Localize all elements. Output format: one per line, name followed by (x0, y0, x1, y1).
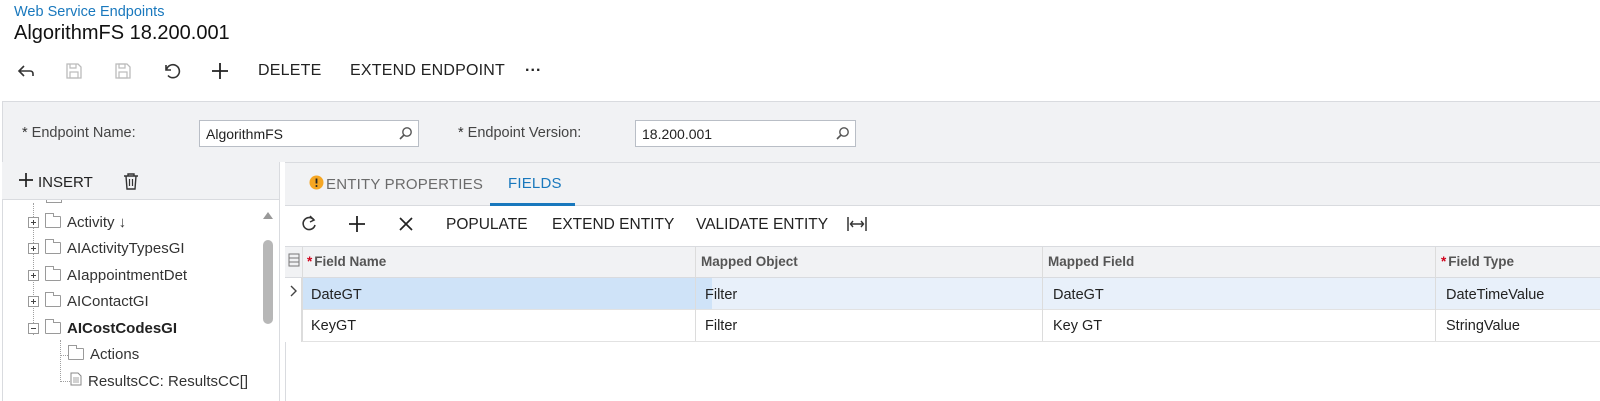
delete-row-button[interactable] (398, 216, 414, 237)
column-header-field-type[interactable]: * Field Type (1441, 254, 1514, 269)
endpoint-name-label: * Endpoint Name: (22, 125, 136, 141)
folder-icon (45, 292, 61, 307)
folder-icon (45, 266, 61, 281)
breadcrumb[interactable]: Web Service Endpoints (14, 4, 164, 20)
save-close-button[interactable] (62, 58, 86, 84)
endpoint-version-label: * Endpoint Version: (458, 125, 582, 141)
add-button[interactable] (208, 58, 232, 84)
scroll-up-icon[interactable] (262, 207, 274, 225)
trash-icon (123, 173, 139, 194)
page-title: AlgorithmFS 18.200.001 (14, 22, 230, 44)
delete-button[interactable]: DELETE (258, 58, 321, 84)
cell-field-name[interactable]: KeyGT (311, 318, 356, 334)
tree-node-activity[interactable]: Activity ↓ (28, 211, 126, 233)
row-indicator[interactable] (285, 278, 302, 310)
search-icon[interactable] (399, 126, 413, 143)
expand-icon[interactable] (28, 242, 39, 254)
delete-node-button[interactable] (123, 172, 139, 195)
endpoint-version-field[interactable]: 18.200.001 (635, 120, 856, 147)
folder-icon (68, 345, 84, 360)
expand-icon[interactable] (28, 216, 39, 228)
tree-node-aiappointmentdet[interactable]: AIappointmentDet (28, 264, 187, 286)
column-header-field-name[interactable]: * Field Name (307, 254, 386, 269)
save-icon (113, 61, 133, 81)
search-icon[interactable] (836, 126, 850, 143)
back-arrow-icon (16, 63, 36, 79)
endpoint-name-field[interactable]: AlgorithmFS (199, 120, 419, 147)
close-icon (398, 217, 414, 236)
column-header-mapped-object[interactable]: Mapped Object (701, 254, 798, 269)
save-button[interactable] (111, 58, 135, 84)
table-row[interactable] (285, 310, 1600, 342)
plus-icon (18, 172, 34, 192)
back-button[interactable] (14, 58, 38, 84)
column-header-mapped-field[interactable]: Mapped Field (1048, 254, 1134, 269)
folder-icon (45, 319, 61, 334)
expand-icon[interactable] (28, 295, 39, 307)
column-settings-icon[interactable] (288, 253, 300, 272)
save-close-icon (64, 61, 84, 81)
cell-field-type[interactable]: StringValue (1446, 318, 1520, 334)
tree-line (60, 381, 70, 382)
insert-button[interactable]: INSERT (18, 172, 93, 192)
cell-mapped-object[interactable]: Filter (705, 287, 737, 303)
column-divider (1042, 247, 1043, 341)
column-divider (302, 247, 303, 341)
plus-icon (211, 62, 229, 80)
cell-mapped-field[interactable]: Key GT (1053, 318, 1102, 334)
add-row-button[interactable] (348, 215, 366, 238)
expand-icon[interactable] (28, 269, 39, 281)
tree-node-aicontactgi[interactable]: AIContactGI (28, 290, 149, 312)
refresh-icon (300, 215, 318, 237)
table-row[interactable] (285, 278, 1600, 310)
folder-icon (45, 213, 61, 228)
grid-header (285, 246, 1600, 278)
tab-fields[interactable]: FIELDS (508, 175, 562, 192)
extend-endpoint-button[interactable]: EXTEND ENDPOINT (350, 58, 505, 84)
document-icon (70, 372, 82, 390)
cell-mapped-object[interactable]: Filter (705, 318, 737, 334)
tree-line (60, 355, 68, 356)
undo-icon (162, 62, 182, 80)
warning-icon (309, 175, 324, 194)
cell-mapped-field[interactable]: DateGT (1053, 287, 1104, 303)
tree-node-aiactivitytypesgi[interactable]: AIActivityTypesGI (28, 237, 185, 259)
cell-field-type[interactable]: DateTimeValue (1446, 287, 1544, 303)
scrollbar-thumb[interactable] (263, 240, 273, 324)
tab-entity-properties[interactable]: ENTITY PROPERTIES (309, 175, 483, 194)
collapse-icon[interactable] (28, 322, 39, 334)
populate-button[interactable]: POPULATE (446, 216, 528, 234)
folder-icon (46, 200, 62, 203)
selected-cell (302, 278, 712, 309)
more-button[interactable]: ··· (525, 58, 542, 84)
fit-columns-button[interactable] (847, 216, 867, 237)
tree-node-actions[interactable]: Actions (68, 343, 139, 365)
plus-icon (348, 216, 366, 237)
validate-entity-button[interactable]: VALIDATE ENTITY (696, 216, 828, 234)
cancel-button[interactable] (160, 58, 184, 84)
column-divider (1435, 247, 1436, 341)
folder-icon (45, 239, 61, 254)
tree-node-resultscc[interactable]: ResultsCC: ResultsCC[] (70, 370, 248, 392)
refresh-button[interactable] (300, 215, 318, 238)
cell-field-name[interactable]: DateGT (311, 287, 362, 303)
tree-line (60, 340, 61, 382)
row-indicator[interactable] (285, 310, 302, 342)
fit-to-width-icon (847, 217, 867, 236)
extend-entity-button[interactable]: EXTEND ENTITY (552, 216, 674, 234)
tree-node-aicostcodesgi[interactable]: AICostCodesGI (28, 317, 177, 339)
column-divider (695, 247, 696, 341)
